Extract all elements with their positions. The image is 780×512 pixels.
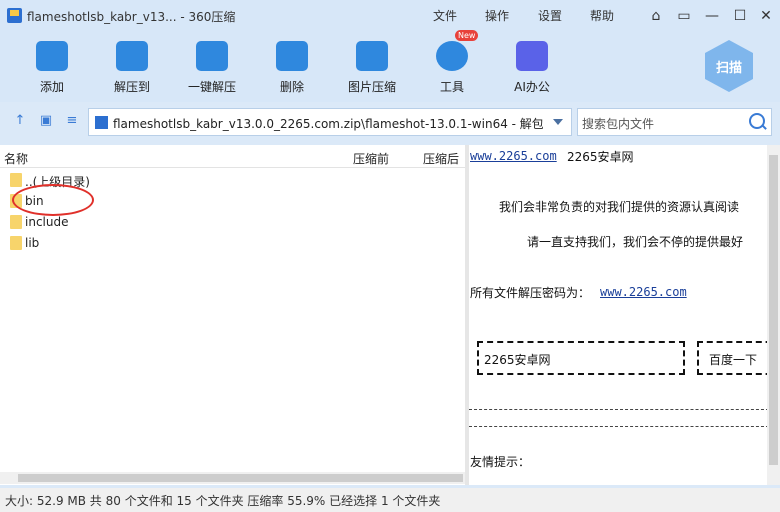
window-title: flameshotlsb_kabr_v13... - 360压缩 [27, 10, 236, 24]
column-size-after[interactable]: 压缩后 [423, 150, 459, 167]
search-placeholder: 搜索包内文件 [582, 117, 655, 131]
extract-to-label: 解压到 [113, 80, 150, 94]
column-size-before[interactable]: 压缩前 [353, 150, 389, 167]
preview-text: 请一直支持我们，我们会不停的提供最好 [527, 235, 744, 249]
menu-action[interactable]: 操作 [485, 7, 509, 24]
search-icon[interactable] [749, 113, 765, 129]
tools-icon [436, 41, 468, 71]
title-bar: flameshotlsb_kabr_v13... - 360压缩 文件 操作 设… [0, 0, 780, 32]
list-item[interactable]: include [0, 212, 465, 233]
one-click-extract-button[interactable]: 一键解压 [178, 38, 246, 96]
image-compress-icon [356, 41, 388, 71]
image-compress-button[interactable]: 图片压缩 [338, 38, 406, 96]
search-input[interactable]: 搜索包内文件 [577, 108, 772, 136]
zip-file-icon [95, 116, 108, 129]
path-field[interactable]: flameshotlsb_kabr_v13.0.0_2265.com.zip\f… [88, 108, 572, 136]
tools-button[interactable]: 工具 [418, 38, 486, 96]
close-button[interactable]: ✕ [756, 6, 776, 26]
feedback-icon[interactable]: ▭ [674, 6, 694, 26]
extract-to-button[interactable]: 解压到 [98, 38, 166, 96]
preview-link[interactable]: www.2265.com [600, 285, 687, 299]
folder-icon [10, 236, 22, 250]
preview-text: 友情提示： [470, 455, 531, 469]
ai-icon [516, 41, 548, 71]
file-name: lib [25, 236, 40, 250]
maximize-button[interactable]: ☐ [730, 6, 750, 26]
add-label: 添加 [39, 80, 64, 94]
file-list-header: 名称 压缩前 压缩后 [0, 145, 465, 168]
skin-icon[interactable]: ⌂ [646, 6, 666, 26]
divider [469, 426, 769, 427]
status-bar: 大小: 52.9 MB 共 80 个文件和 15 个文件夹 压缩率 55.9% … [0, 488, 780, 512]
tools-label: 工具 [439, 80, 464, 94]
highlight-circle [12, 184, 94, 216]
menu-help[interactable]: 帮助 [590, 7, 614, 24]
folder-icon [10, 215, 22, 229]
preview-link[interactable]: www.2265.com [470, 149, 557, 163]
menu-file[interactable]: 文件 [433, 7, 457, 24]
address-bar: ↑ ▣ ≡ flameshotlsb_kabr_v13.0.0_2265.com… [0, 102, 780, 142]
scrollbar-thumb[interactable] [18, 474, 463, 482]
add-icon [36, 41, 68, 71]
status-text: 大小: 52.9 MB 共 80 个文件和 15 个文件夹 压缩率 55.9% … [5, 494, 441, 508]
folder-icon [10, 173, 22, 187]
preview-box-text: 百度一下 [709, 353, 758, 367]
scan-label: 扫描 [715, 61, 742, 76]
preview-text: 我们会非常负责的对我们提供的资源认真阅读 [499, 200, 740, 214]
vertical-scrollbar[interactable] [767, 145, 780, 485]
preview-box-text: 2265安卓网 [484, 353, 551, 367]
menu-settings[interactable]: 设置 [538, 7, 562, 24]
chevron-down-icon[interactable] [553, 119, 563, 125]
preview-pane: www.2265.com 2265安卓网 我们会非常负责的对我们提供的资源认真阅… [469, 145, 780, 485]
file-name: include [25, 215, 69, 229]
horizontal-scrollbar[interactable] [0, 472, 465, 484]
thumbnail-view-icon[interactable]: ▣ [38, 114, 54, 128]
minimize-button[interactable]: — [702, 6, 722, 26]
recycle-icon [276, 41, 308, 71]
one-click-extract-icon [196, 41, 228, 71]
image-compress-label: 图片压缩 [347, 80, 396, 94]
extract-icon [116, 41, 148, 71]
add-button[interactable]: 添加 [18, 38, 86, 96]
path-text: flameshotlsb_kabr_v13.0.0_2265.com.zip\f… [113, 117, 543, 131]
list-view-icon[interactable]: ≡ [64, 114, 80, 128]
toolbar: 添加 解压到 一键解压 删除 图片压缩 工具 AI办公 [0, 32, 780, 102]
up-arrow-icon[interactable]: ↑ [12, 114, 28, 128]
column-name[interactable]: 名称 [4, 150, 28, 167]
app-icon [7, 8, 22, 23]
preview-text: 2265安卓网 [567, 150, 634, 164]
delete-label: 删除 [279, 80, 304, 94]
ai-office-button[interactable]: AI办公 [498, 38, 566, 96]
one-click-extract-label: 一键解压 [187, 80, 236, 94]
scrollbar-thumb[interactable] [769, 155, 778, 465]
ai-office-label: AI办公 [514, 80, 550, 94]
delete-button[interactable]: 删除 [258, 38, 326, 96]
preview-box: 2265安卓网 [477, 341, 685, 375]
list-item[interactable]: lib [0, 233, 465, 254]
preview-text: 所有文件解压密码为： [470, 286, 591, 300]
divider [469, 409, 769, 410]
new-badge: New [455, 30, 479, 41]
